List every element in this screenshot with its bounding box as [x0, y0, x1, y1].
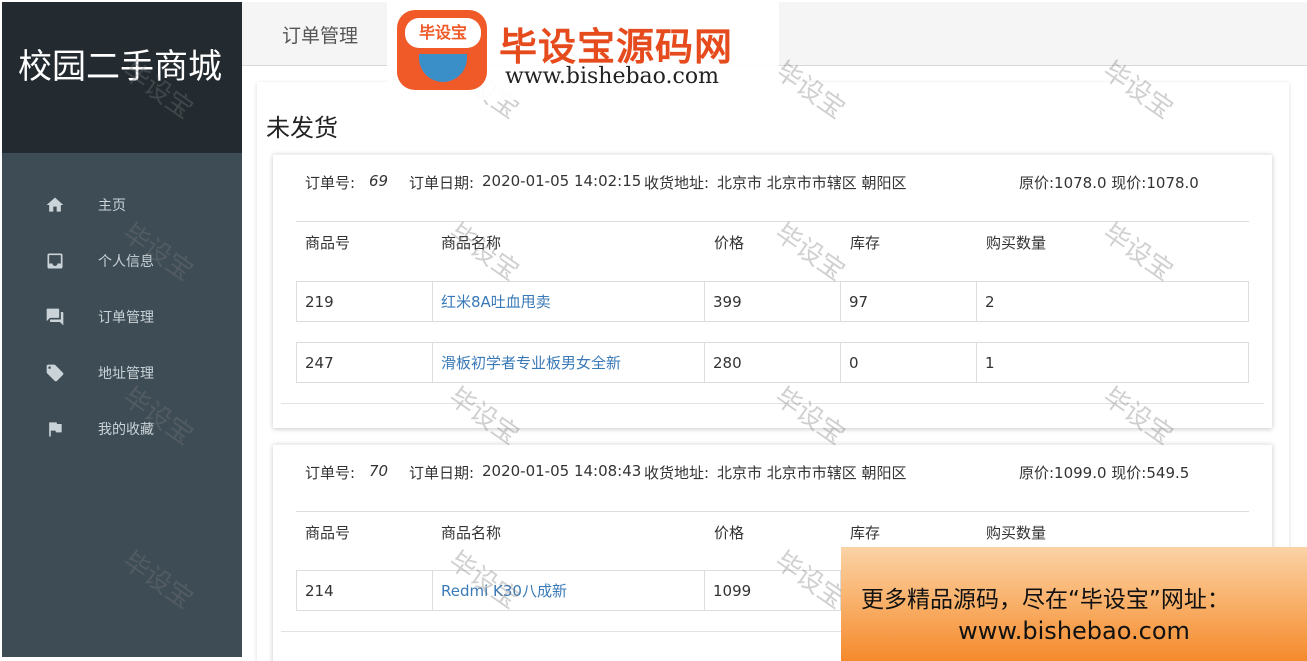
- table-row: 247 滑板初学者专业板男女全新 280 0 1: [296, 342, 1249, 383]
- order-no: 70: [369, 462, 389, 480]
- sidebar-item-orders[interactable]: 订单管理: [2, 289, 242, 345]
- sidebar-item-label: 我的收藏: [98, 422, 154, 438]
- home-icon: [44, 194, 66, 216]
- order-card: 订单号: 69 订单日期: 2020-01-05 14:02:15 收货地址: …: [273, 154, 1272, 428]
- column-header: 商品名称: [441, 234, 502, 252]
- divider: [296, 511, 1249, 512]
- column-header: 库存: [850, 234, 881, 252]
- column-header: 价格: [714, 524, 745, 542]
- address-label: 收货地址:: [644, 464, 710, 482]
- order-price: 原价:1078.0 现价:1078.0: [1019, 174, 1199, 192]
- product-link[interactable]: 滑板初学者专业板男女全新: [441, 352, 621, 373]
- sidebar-item-address[interactable]: 地址管理: [2, 345, 242, 401]
- table-row: 219 红米8A吐血甩卖 399 97 2: [296, 281, 1249, 322]
- promo-line1: 更多精品源码，尽在“毕设宝”网址：: [861, 587, 1230, 613]
- column-header: 商品号: [305, 234, 351, 252]
- order-no: 69: [369, 172, 389, 190]
- cell-qty: 1: [985, 353, 995, 372]
- cell-qty: 2: [985, 292, 995, 311]
- order-address: 北京市 北京市市辖区 朝阳区: [717, 464, 907, 482]
- product-link[interactable]: 红米8A吐血甩卖: [441, 291, 551, 312]
- cell-stock: 97: [841, 282, 977, 321]
- column-header: 库存: [850, 524, 881, 542]
- page-title: 未发货: [266, 114, 338, 142]
- logo-mark: 毕设宝: [397, 10, 487, 90]
- column-header: 价格: [714, 234, 745, 252]
- order-date: 2020-01-05 14:08:43: [482, 462, 642, 480]
- sidebar-item-label: 订单管理: [98, 310, 154, 326]
- app-title: 校园二手商城: [18, 47, 222, 87]
- promo-line2: www.bishebao.com: [958, 617, 1190, 645]
- logo-url: www.bishebao.com: [505, 64, 719, 89]
- column-header: 商品名称: [441, 524, 502, 542]
- promo-banner: 更多精品源码，尽在“毕设宝”网址： www.bishebao.com: [841, 547, 1307, 661]
- column-header: 购买数量: [986, 524, 1047, 542]
- order-address: 北京市 北京市市辖区 朝阳区: [717, 174, 907, 192]
- order-no-label: 订单号:: [305, 464, 356, 482]
- sidebar-item-profile[interactable]: 个人信息: [2, 233, 242, 289]
- sidebar: 校园二手商城 主页 个人信息 订单管理 地址管理 我的收藏: [2, 2, 242, 657]
- cell-id: 219: [297, 282, 433, 321]
- sidebar-item-label: 地址管理: [98, 366, 154, 382]
- site-logo: 毕设宝 毕设宝源码网 www.bishebao.com: [387, 2, 779, 100]
- chat-icon: [44, 306, 66, 328]
- order-no-label: 订单号:: [305, 174, 356, 192]
- logo-badge: 毕设宝: [405, 18, 481, 48]
- tab-order-management[interactable]: 订单管理: [242, 2, 378, 66]
- sidebar-item-label: 个人信息: [98, 254, 154, 270]
- sidebar-item-label: 主页: [98, 198, 126, 214]
- sidebar-item-home[interactable]: 主页: [2, 177, 242, 233]
- order-header: 订单号: 70 订单日期: 2020-01-05 14:08:43 收货地址: …: [273, 462, 1272, 484]
- sidebar-nav: 主页 个人信息 订单管理 地址管理 我的收藏: [2, 177, 242, 457]
- flag-icon: [44, 418, 66, 440]
- brand: 校园二手商城: [2, 2, 242, 153]
- cell-price: 1099: [705, 571, 841, 610]
- cell-id: 247: [297, 343, 433, 382]
- divider: [296, 221, 1249, 222]
- product-link[interactable]: Redmi K30八成新: [441, 580, 567, 601]
- column-header: 商品号: [305, 524, 351, 542]
- sidebar-item-favorites[interactable]: 我的收藏: [2, 401, 242, 457]
- address-label: 收货地址:: [644, 174, 710, 192]
- cell-price: 280: [705, 343, 841, 382]
- order-date: 2020-01-05 14:02:15: [482, 172, 642, 190]
- logo-title: 毕设宝源码网: [499, 25, 734, 69]
- order-header: 订单号: 69 订单日期: 2020-01-05 14:02:15 收货地址: …: [273, 172, 1272, 194]
- order-date-label: 订单日期:: [409, 464, 475, 482]
- logo-face-icon: [419, 54, 467, 82]
- inbox-icon: [44, 250, 66, 272]
- tag-icon: [44, 362, 66, 384]
- order-price: 原价:1099.0 现价:549.5: [1019, 464, 1190, 482]
- cell-stock: 0: [841, 343, 977, 382]
- column-header: 购买数量: [986, 234, 1047, 252]
- divider: [281, 403, 1264, 404]
- cell-id: 214: [297, 571, 433, 610]
- order-date-label: 订单日期:: [409, 174, 475, 192]
- cell-price: 399: [705, 282, 841, 321]
